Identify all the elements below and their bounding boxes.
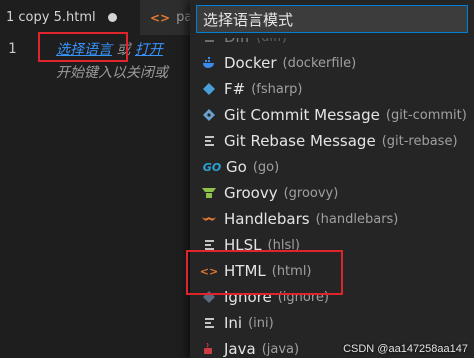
item-id: (ini) (248, 315, 274, 331)
item-id: (diff) (256, 38, 287, 45)
list-item-git-rebase[interactable]: Git Rebase Message (git-rebase) (190, 128, 474, 154)
list-item-git-commit[interactable]: Git Commit Message (git-commit) (190, 102, 474, 128)
list-item-fsharp[interactable]: F# (fsharp) (190, 76, 474, 102)
item-id: (go) (252, 159, 280, 175)
item-id: (java) (261, 341, 300, 357)
item-label: HLSL (224, 236, 262, 254)
hint-or-text: 或 (116, 42, 131, 58)
item-id: (git-rebase) (381, 133, 458, 149)
groovy-icon (202, 185, 216, 201)
item-label: Git Rebase Message (224, 132, 376, 150)
list-item-groovy[interactable]: Groovy (groovy) (190, 180, 474, 206)
list-item-html[interactable]: <> HTML (html) (190, 258, 474, 284)
list-item-docker[interactable]: Docker (dockerfile) (190, 50, 474, 76)
java-icon (202, 341, 216, 357)
watermark-text: CSDN @aa147258aa147 (343, 343, 468, 355)
item-label: Java (224, 340, 256, 358)
fsharp-icon (202, 81, 216, 97)
tab-copy-5-html[interactable]: 1 copy 5.html (0, 0, 140, 35)
go-icon: GO (202, 160, 222, 174)
item-id: (ignore) (277, 289, 329, 305)
language-quick-pick: Diff (diff) Docker (dockerfile) F# (fsha… (190, 0, 474, 358)
item-label: Handlebars (224, 210, 310, 228)
list-item-ini[interactable]: Ini (ini) (190, 310, 474, 336)
open-link[interactable]: 打开 (135, 42, 163, 58)
html-icon: <> (199, 264, 219, 278)
handlebars-icon (202, 211, 216, 227)
item-id: (html) (271, 263, 312, 279)
lines-icon (202, 315, 216, 331)
editor-hint-line2: 开始键入以关闭或 (56, 65, 168, 81)
list-item-ignore[interactable]: Ignore (ignore) (190, 284, 474, 310)
list-item-go[interactable]: GO Go (go) (190, 154, 474, 180)
git-icon (202, 107, 216, 123)
select-language-link[interactable]: 选择语言 (56, 42, 112, 58)
item-id: (fsharp) (251, 81, 303, 97)
item-label: Docker (224, 54, 277, 72)
line-number: 1 (8, 41, 17, 57)
item-label: HTML (224, 262, 266, 280)
item-label: Diff (224, 38, 250, 46)
item-label: Go (226, 158, 247, 176)
lines-icon (202, 38, 216, 45)
item-id: (hlsl) (267, 237, 300, 253)
item-id: (dockerfile) (282, 55, 357, 71)
language-list: Diff (diff) Docker (dockerfile) F# (fsha… (190, 38, 474, 358)
item-label: F# (224, 80, 246, 98)
tab-label: 1 copy 5.html (6, 10, 96, 25)
list-item-handlebars[interactable]: Handlebars (handlebars) (190, 206, 474, 232)
editor-hint: 选择语言 或 打开 (56, 39, 163, 59)
html-file-icon: <> (150, 10, 171, 25)
item-id: (groovy) (283, 185, 339, 201)
language-mode-input[interactable] (196, 5, 468, 33)
item-label: Git Commit Message (224, 106, 380, 124)
ignore-icon (202, 289, 216, 305)
item-label: Groovy (224, 184, 278, 202)
item-label: Ignore (224, 288, 272, 306)
item-label: Ini (224, 314, 243, 332)
lines-icon (202, 237, 216, 253)
item-id: (git-commit) (385, 107, 467, 123)
item-id: (handlebars) (315, 211, 399, 227)
docker-icon (202, 55, 216, 71)
unsaved-dot-icon[interactable] (107, 13, 117, 22)
list-item-diff[interactable]: Diff (diff) (190, 38, 474, 50)
list-item-hlsl[interactable]: HLSL (hlsl) (190, 232, 474, 258)
lines-icon (202, 133, 216, 149)
